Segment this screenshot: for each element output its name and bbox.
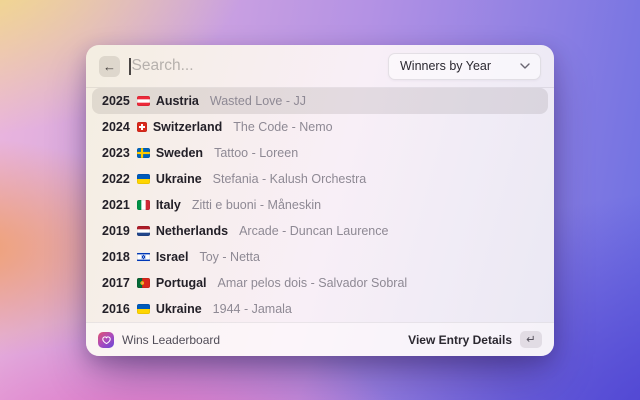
status-bar: Wins Leaderboard View Entry Details ↵ [86, 322, 554, 356]
result-row[interactable]: 2022 Ukraine Stefania - Kalush Orchestra [92, 166, 548, 192]
entry-song-artist: Wasted Love - JJ [210, 94, 306, 108]
result-row[interactable]: 2016 Ukraine 1944 - Jamala [92, 296, 548, 322]
entry-year: 2019 [102, 224, 130, 238]
result-row[interactable]: 2021 Italy Zitti e buoni - Måneskin [92, 192, 548, 218]
command-palette-window: ← Winners by Year 2025 Austria Wasted Lo… [86, 45, 554, 356]
italy-flag-icon [137, 200, 150, 210]
entry-song-artist: Stefania - Kalush Orchestra [213, 172, 367, 186]
entry-song-artist: Tattoo - Loreen [214, 146, 298, 160]
entry-song-artist: The Code - Nemo [233, 120, 332, 134]
back-arrow-icon: ← [103, 60, 116, 73]
dropdown-selected-value: Winners by Year [400, 59, 491, 73]
entry-country: Netherlands [156, 224, 228, 238]
entry-year: 2016 [102, 302, 130, 316]
entry-year: 2024 [102, 120, 130, 134]
ukraine-flag-icon [137, 174, 150, 184]
entry-year: 2022 [102, 172, 130, 186]
result-row[interactable]: 2025 Austria Wasted Love - JJ [92, 88, 548, 114]
return-key-icon: ↵ [520, 331, 542, 348]
extension-heart-icon [98, 332, 114, 348]
entry-country: Italy [156, 198, 181, 212]
back-button[interactable]: ← [99, 56, 120, 77]
entry-year: 2017 [102, 276, 130, 290]
entry-country: Portugal [156, 276, 207, 290]
entry-country: Israel [156, 250, 189, 264]
entry-country: Ukraine [156, 302, 202, 316]
result-row[interactable]: 2018 Israel Toy - Netta [92, 244, 548, 270]
result-row[interactable]: 2024 Switzerland The Code - Nemo [92, 114, 548, 140]
result-row[interactable]: 2023 Sweden Tattoo - Loreen [92, 140, 548, 166]
desktop-background: ← Winners by Year 2025 Austria Wasted Lo… [0, 0, 640, 400]
text-caret [129, 58, 131, 75]
entry-country: Sweden [156, 146, 203, 160]
result-row[interactable]: 2017 Portugal Amar pelos dois - Salvador… [92, 270, 548, 296]
portugal-flag-icon [137, 278, 150, 288]
chevron-down-icon [520, 63, 530, 69]
entry-year: 2023 [102, 146, 130, 160]
austria-flag-icon [137, 96, 150, 106]
entry-song-artist: Arcade - Duncan Laurence [239, 224, 388, 238]
results-list: 2025 Austria Wasted Love - JJ 2024 Switz… [86, 88, 554, 322]
sweden-flag-icon [137, 148, 150, 158]
mode-dropdown[interactable]: Winners by Year [388, 53, 541, 80]
search-header: ← Winners by Year [86, 45, 554, 88]
netherlands-flag-icon [137, 226, 150, 236]
israel-flag-icon [137, 252, 150, 262]
search-input[interactable] [132, 57, 380, 75]
entry-song-artist: Toy - Netta [199, 250, 259, 264]
entry-country: Ukraine [156, 172, 202, 186]
switzerland-flag-icon [137, 122, 147, 132]
entry-song-artist: 1944 - Jamala [213, 302, 292, 316]
entry-country: Austria [156, 94, 199, 108]
entry-year: 2021 [102, 198, 130, 212]
entry-song-artist: Zitti e buoni - Måneskin [192, 198, 321, 212]
entry-song-artist: Amar pelos dois - Salvador Sobral [218, 276, 408, 290]
entry-year: 2025 [102, 94, 130, 108]
ukraine-flag-icon [137, 304, 150, 314]
result-row[interactable]: 2019 Netherlands Arcade - Duncan Laurenc… [92, 218, 548, 244]
entry-country: Switzerland [153, 120, 222, 134]
primary-action-label[interactable]: View Entry Details [408, 333, 512, 347]
search-field-wrap [129, 57, 379, 75]
entry-year: 2018 [102, 250, 130, 264]
footer-app-name: Wins Leaderboard [122, 333, 220, 347]
